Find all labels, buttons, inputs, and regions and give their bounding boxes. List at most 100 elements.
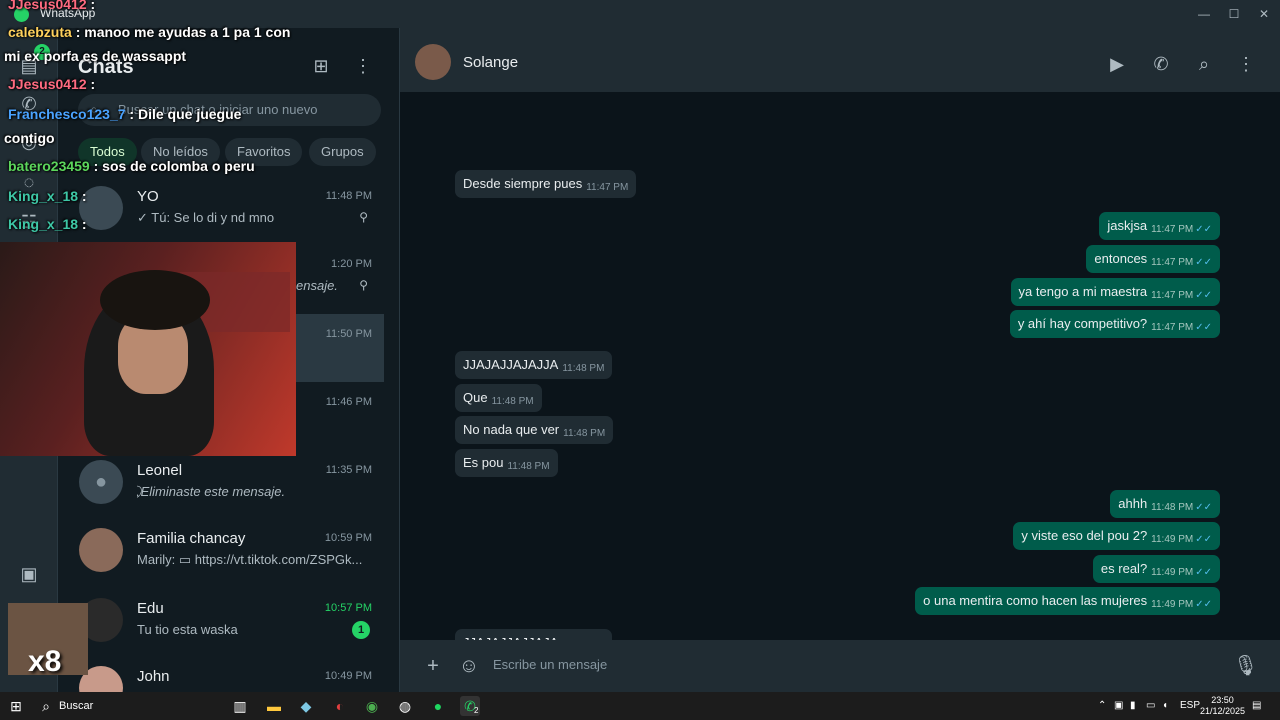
search-icon[interactable]: ⌕ [1192, 52, 1216, 76]
stream-chat-text: : [78, 216, 87, 232]
message-time: 11:47 PM [1151, 290, 1194, 301]
spotify-icon[interactable]: ● [428, 696, 448, 716]
unread-badge: 1 [352, 621, 370, 639]
chat-item-yo[interactable]: YO 11:48 PM ✓ Tú: Se lo di y nd mno ⚲ [58, 176, 384, 244]
stream-chat-text: : [86, 0, 96, 12]
stream-chat-line: JJesus0412 : [8, 0, 95, 12]
taskbar: ⊞ ⌕ Buscar ▥ ▬ ◆ ◐ ◉ ◍ ● ✆ 2 ⌃ ▣ ▮ ▭ ◖ E… [0, 692, 1280, 720]
menu-icon[interactable]: ⋮ [351, 54, 375, 78]
stream-chat-line: batero23459 : sos de colomba o peru [8, 158, 255, 174]
message-text: entonces [1094, 251, 1148, 266]
clock-date: 21/12/2025 [1200, 706, 1246, 716]
stream-chat-text: : Dile que juegue [125, 106, 242, 122]
app-icon[interactable]: ◐ [330, 696, 350, 716]
stream-chat-text: contigo [4, 130, 55, 146]
message-text: Desde siempre pues [463, 176, 583, 191]
chat-preview: Tu tio esta waska [137, 622, 238, 637]
chat-item-leonel[interactable]: ● Leonel 11:35 PM ⃠ Eliminaste este mens… [58, 450, 384, 518]
message-text: es real? [1100, 561, 1148, 576]
mic-tray-icon[interactable]: ▮ [1130, 700, 1136, 711]
outgoing-message[interactable]: y viste eso del pou 2? 11:49 PM ✓✓ [1013, 522, 1220, 550]
chat-time: 1:20 PM [331, 258, 372, 270]
incoming-message[interactable]: JJAJAJJAJAJJA 11:48 PM [455, 351, 613, 379]
incoming-message[interactable]: Que 11:48 PM [455, 384, 542, 412]
stream-chat-line: King_x_18 : [8, 188, 87, 204]
contact-name[interactable]: Solange [463, 54, 518, 71]
clock[interactable]: 23:50 21/12/2025 [1200, 695, 1245, 717]
language-indicator[interactable]: ESP [1180, 700, 1200, 711]
tray-chevron-icon[interactable]: ⌃ [1098, 700, 1106, 711]
outgoing-message[interactable]: es real? 11:49 PM ✓✓ [1092, 555, 1220, 583]
chat-time: 10:49 PM [324, 670, 372, 682]
voice-call-icon[interactable]: ✆ [1149, 52, 1173, 76]
outgoing-message[interactable]: ya tengo a mi maestra 11:47 PM ✓✓ [1010, 278, 1220, 306]
chat-item-john[interactable]: John 10:49 PM [58, 656, 384, 710]
outgoing-message[interactable]: entonces 11:47 PM ✓✓ [1086, 245, 1220, 273]
message-time: 11:48 PM [563, 428, 606, 439]
message-text: ahhh [1118, 496, 1148, 511]
outgoing-message[interactable]: y ahí hay competitivo? 11:47 PM ✓✓ [1009, 310, 1220, 338]
incoming-message[interactable]: Desde siempre pues 11:47 PM [455, 170, 637, 198]
chat-item-edu[interactable]: Edu 10:57 PM Tu tio esta waska 1 [58, 588, 384, 656]
meme-label: x8 [28, 645, 62, 675]
chat-item-familia-chancay[interactable]: Familia chancay 10:59 PM Marily: ▭ https… [58, 518, 384, 586]
stream-chat-text: mi ex porfa es de wassappt [4, 48, 187, 64]
incoming-message[interactable]: Es pou 11:48 PM [455, 449, 558, 477]
filter-grupos[interactable]: Grupos [309, 138, 376, 166]
incoming-message[interactable]: No nada que ver 11:48 PM [455, 416, 614, 444]
read-ticks-icon: ✓✓ [1195, 502, 1212, 513]
task-view-icon[interactable]: ▥ [230, 696, 250, 716]
attach-icon[interactable]: + [421, 654, 445, 678]
new-chat-icon[interactable]: ⊞ [309, 54, 333, 78]
contact-avatar[interactable] [415, 44, 451, 80]
minimize-button[interactable]: — [1190, 4, 1218, 24]
streamer-hair [100, 270, 210, 330]
tray-icon[interactable]: ▣ [1114, 700, 1123, 711]
chat-name: Familia chancay [137, 530, 246, 547]
file-explorer-icon[interactable]: ▬ [264, 696, 284, 716]
message-time: 11:48 PM [1151, 502, 1194, 513]
stream-chat-user: calebzuta [8, 24, 72, 40]
obs-icon[interactable]: ◍ [395, 696, 415, 716]
outgoing-message[interactable]: ahhh 11:48 PM ✓✓ [1110, 490, 1220, 518]
video-call-icon[interactable]: ▶ [1105, 52, 1129, 76]
maximize-button[interactable]: ☐ [1220, 4, 1248, 24]
notes-app-icon[interactable]: ◆ [296, 696, 316, 716]
close-button[interactable]: ✕ [1250, 4, 1278, 24]
read-ticks-icon: ✓✓ [1195, 224, 1212, 235]
message-text: o una mentira como hacen las mujeres [923, 593, 1148, 608]
stream-chat-text: : [78, 188, 87, 204]
notification-icon[interactable]: ▤ [1252, 700, 1261, 711]
stream-chat-user: King_x_18 [8, 216, 79, 232]
stream-chat-user: Franchesco123_7 [8, 106, 126, 122]
stream-chat-user: King_x_18 [8, 188, 79, 204]
chat-time: 11:35 PM [325, 464, 372, 476]
read-ticks-icon: ✓✓ [1195, 257, 1212, 268]
menu-icon[interactable]: ⋮ [1234, 52, 1258, 76]
stream-chat-line: King_x_18 : [8, 216, 87, 232]
message-time: 11:49 PM [1151, 567, 1194, 578]
message-time: 11:47 PM [1151, 224, 1194, 235]
message-text: ya tengo a mi maestra [1018, 284, 1148, 299]
taskbar-search[interactable]: Buscar [59, 700, 93, 712]
message-text: y viste eso del pou 2? [1021, 528, 1148, 543]
message-text: y ahí hay competitivo? [1017, 316, 1148, 331]
chat-preview: Marily: ▭ https://vt.tiktok.com/ZSPGk... [137, 552, 363, 567]
microphone-icon[interactable]: 🎙 [1233, 654, 1258, 678]
stream-chat-text: : manoo me ayudas a 1 pa 1 con [71, 24, 291, 40]
stream-chat-user: batero23459 [8, 158, 90, 174]
outgoing-message[interactable]: jaskjsa 11:47 PM ✓✓ [1099, 212, 1220, 240]
chrome-icon[interactable]: ◉ [362, 696, 382, 716]
volume-icon[interactable]: ◖ [1162, 700, 1168, 711]
message-input[interactable]: Escribe un mensaje [493, 657, 607, 672]
network-icon[interactable]: ▭ [1146, 700, 1155, 711]
search-icon[interactable]: ⌕ [36, 696, 56, 716]
chat-time: 10:57 PM [324, 602, 372, 614]
media-icon[interactable]: ▣ [17, 562, 41, 586]
emoji-icon[interactable]: ☺ [457, 654, 481, 678]
conversation-header: Solange ▶ ✆ ⌕ ⋮ [400, 28, 1280, 92]
chat-preview: ✓ Tú: Se lo di y nd mno [137, 210, 275, 225]
outgoing-message[interactable]: o una mentira como hacen las mujeres 11:4… [915, 587, 1220, 615]
start-icon[interactable]: ⊞ [6, 696, 26, 716]
chat-time: 11:50 PM [325, 328, 372, 340]
